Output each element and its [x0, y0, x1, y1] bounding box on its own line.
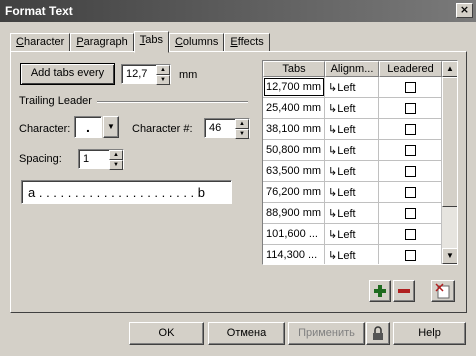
spin-up-icon[interactable]: ▲ — [109, 150, 123, 160]
align-left-icon: ↳ — [328, 82, 338, 94]
tabs-table: Tabs Alignm... Leadered 12,700 mm ↳Left … — [262, 60, 458, 265]
window-title: Format Text — [5, 4, 73, 18]
leadered-checkbox[interactable] — [404, 145, 416, 156]
character-number-spinner[interactable]: ▲ ▼ — [235, 119, 249, 139]
clear-tabs-icon — [435, 283, 450, 299]
table-row[interactable]: 50,800 mm ↳Left — [263, 140, 457, 161]
apply-button[interactable]: Применить — [288, 322, 365, 345]
table-row[interactable]: 25,400 mm ↳Left — [263, 98, 457, 119]
align-left-icon: ↳ — [328, 103, 338, 115]
align-left-icon: ↳ — [328, 166, 338, 178]
lock-button[interactable] — [366, 322, 390, 345]
leadered-checkbox[interactable] — [404, 82, 416, 93]
table-row[interactable]: 38,100 mm ↳Left — [263, 119, 457, 140]
tab-strip: Character Paragraph Tabs Columns Effects — [10, 31, 270, 53]
leadered-checkbox[interactable] — [404, 187, 416, 198]
spacing-spinner[interactable]: ▲ ▼ — [109, 150, 123, 170]
column-header-leadered[interactable]: Leadered — [379, 61, 442, 77]
tab-tabs[interactable]: Tabs — [133, 31, 169, 53]
tab-character[interactable]: Character — [10, 33, 71, 52]
tab-columns[interactable]: Columns — [168, 33, 225, 52]
column-header-tabs[interactable]: Tabs — [263, 61, 325, 77]
scroll-down-icon[interactable]: ▼ — [442, 248, 457, 264]
close-button[interactable]: × — [456, 3, 473, 18]
align-left-icon: ↳ — [328, 145, 338, 157]
table-row[interactable]: 76,200 mm ↳Left — [263, 182, 457, 203]
table-row[interactable]: 88,900 mm ↳Left — [263, 203, 457, 224]
table-row[interactable]: 63,500 mm ↳Left — [263, 161, 457, 182]
cancel-button[interactable]: Отмена — [208, 322, 285, 345]
leadered-checkbox[interactable] — [404, 208, 416, 219]
spacing-label: Spacing: — [19, 153, 62, 165]
leadered-checkbox[interactable] — [404, 124, 416, 135]
remove-tab-button[interactable] — [393, 280, 415, 302]
column-header-alignment[interactable]: Alignm... — [325, 61, 379, 77]
leadered-checkbox[interactable] — [404, 103, 416, 114]
scroll-thumb[interactable] — [442, 77, 457, 207]
tab-paragraph[interactable]: Paragraph — [70, 33, 134, 52]
align-left-icon: ↳ — [328, 250, 338, 262]
leader-character-field[interactable]: . — [74, 116, 102, 138]
unit-label: mm — [179, 69, 198, 81]
add-tabs-every-button[interactable]: Add tabs every — [20, 63, 115, 85]
lock-icon — [373, 326, 383, 340]
trailing-leader-label: Trailing Leader — [19, 95, 92, 107]
scroll-up-icon[interactable]: ▲ — [442, 61, 457, 77]
spin-up-icon[interactable]: ▲ — [156, 65, 170, 75]
table-header: Tabs Alignm... Leadered — [263, 61, 457, 77]
spin-down-icon[interactable]: ▼ — [235, 129, 249, 139]
align-left-icon: ↳ — [328, 124, 338, 136]
minus-icon — [398, 289, 410, 293]
table-row[interactable]: 114,300 ... ↳Left — [263, 245, 457, 264]
help-button[interactable]: Help — [393, 322, 466, 345]
table-row[interactable]: 12,700 mm ↳Left — [263, 77, 457, 98]
table-row[interactable]: 101,600 ... ↳Left — [263, 224, 457, 245]
leadered-checkbox[interactable] — [404, 250, 416, 261]
align-left-icon: ↳ — [328, 208, 338, 220]
table-scrollbar[interactable]: ▲ ▼ — [442, 61, 457, 264]
spin-up-icon[interactable]: ▲ — [235, 119, 249, 129]
spin-down-icon[interactable]: ▼ — [156, 75, 170, 85]
leadered-checkbox[interactable] — [404, 229, 416, 240]
title-bar: Format Text × — [0, 0, 476, 22]
character-label: Character: — [19, 123, 71, 135]
ok-button[interactable]: OK — [129, 322, 204, 345]
chevron-down-icon: ▼ — [107, 122, 115, 131]
tab-effects[interactable]: Effects — [224, 33, 270, 52]
align-left-icon: ↳ — [328, 187, 338, 199]
align-left-icon: ↳ — [328, 229, 338, 241]
add-tab-button[interactable] — [369, 280, 391, 302]
delete-all-tabs-button[interactable] — [431, 280, 455, 302]
character-number-label: Character #: — [132, 123, 193, 135]
leadered-checkbox[interactable] — [404, 166, 416, 177]
close-icon: × — [459, 3, 470, 16]
leader-preview: a . . . . . . . . . . . . . . . . . . . … — [21, 180, 232, 204]
section-divider — [97, 101, 248, 103]
plus-icon — [374, 285, 386, 297]
leader-character-dropdown[interactable]: ▼ — [103, 116, 119, 138]
add-tabs-interval-spinner[interactable]: ▲ ▼ — [156, 65, 170, 85]
spin-down-icon[interactable]: ▼ — [109, 160, 123, 170]
